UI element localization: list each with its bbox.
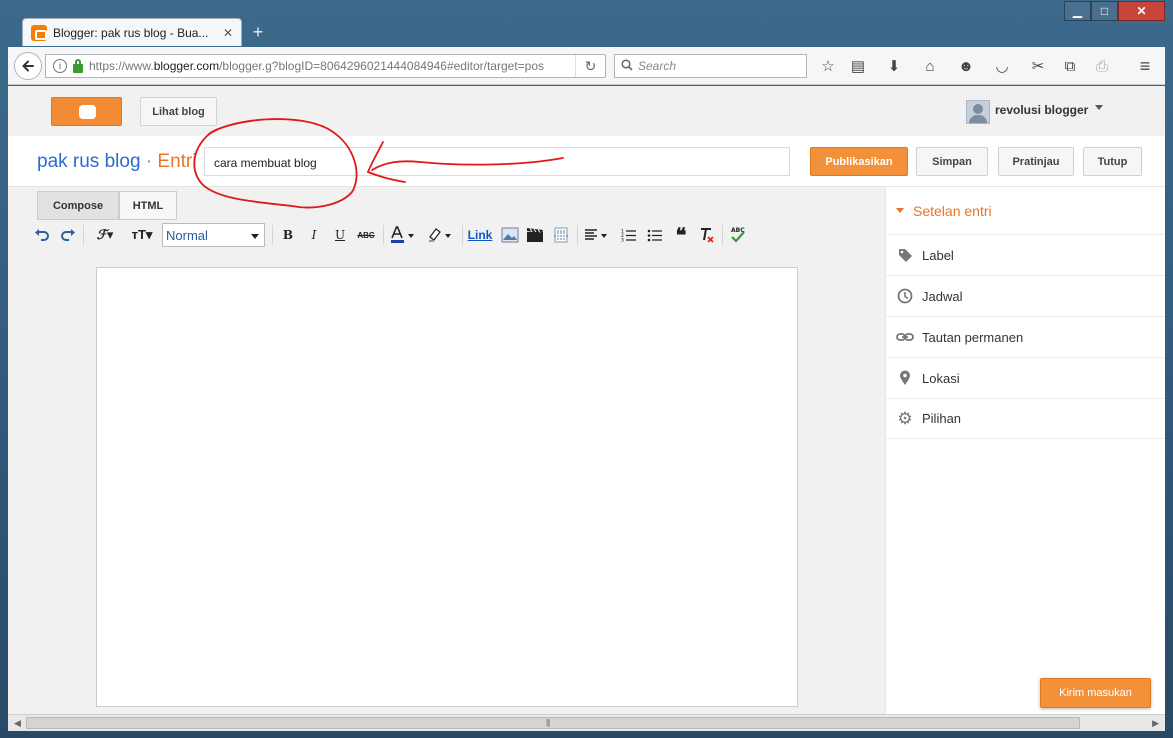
bold-button[interactable]: B: [278, 223, 298, 247]
undo-icon[interactable]: [32, 223, 52, 247]
editor-area: Compose HTML ℱ▾ ᴛT▾ Normal B I U ABC Lin…: [8, 187, 885, 714]
tab-bar: Blogger: pak rus blog - Bua... ✕ +: [8, 16, 1165, 46]
clipboard-icon[interactable]: ⎙: [1090, 55, 1114, 77]
gear-icon: ⚙: [897, 408, 913, 428]
sidebar-item-location[interactable]: Lokasi: [886, 357, 1165, 398]
address-bar[interactable]: i https://www.blogger.com/blogger.g?blog…: [45, 54, 606, 78]
breadcrumb-separator: ·: [140, 151, 158, 172]
location-pin-icon: [896, 369, 914, 387]
sidebar-item-label-text: Label: [922, 247, 954, 263]
tab-html[interactable]: HTML: [119, 191, 177, 220]
menu-icon[interactable]: ≡: [1133, 55, 1157, 77]
blogger-favicon-icon: [31, 24, 47, 41]
format-select-value: Normal: [166, 227, 208, 243]
avatar[interactable]: [966, 100, 990, 124]
search-icon: [621, 58, 633, 74]
search-input[interactable]: Search: [614, 54, 807, 78]
post-settings-title: Setelan entri: [913, 202, 992, 219]
caret-down-icon: [896, 208, 904, 213]
blockquote-icon[interactable]: ❝: [670, 223, 692, 247]
lock-icon: [73, 58, 83, 73]
view-blog-button[interactable]: Lihat blog: [140, 97, 217, 126]
sidebar-item-options-text: Pilihan: [922, 411, 962, 426]
underline-button[interactable]: U: [330, 223, 350, 247]
scrollbar-thumb[interactable]: [26, 717, 1080, 729]
emoji-icon[interactable]: ☻: [954, 55, 978, 77]
clock-icon: [896, 287, 914, 305]
scissors-icon[interactable]: ✂: [1026, 55, 1050, 77]
post-settings-sidebar: Setelan entri Label Jadwal Tautan perman…: [885, 187, 1165, 714]
publish-button[interactable]: Publikasikan: [810, 147, 908, 176]
link-icon: [896, 328, 914, 346]
highlight-color-icon[interactable]: [424, 223, 456, 247]
insert-video-icon[interactable]: [524, 223, 546, 247]
horizontal-scrollbar[interactable]: ◀ ||| ▶: [8, 714, 1165, 731]
save-button[interactable]: Simpan: [916, 147, 988, 176]
send-feedback-button[interactable]: Kirim masukan: [1040, 678, 1151, 708]
paragraph-format-select[interactable]: Normal: [162, 223, 265, 247]
post-title-bar: pak rus blog · Entri cara membuat blog P…: [8, 136, 1165, 187]
reading-list-icon[interactable]: ▤: [846, 55, 870, 77]
reload-icon[interactable]: ↻: [575, 55, 605, 77]
editor-toolbar: ℱ▾ ᴛT▾ Normal B I U ABC Link 1 2 3 ❝ ABC: [32, 223, 772, 249]
tab-title: Blogger: pak rus blog - Bua...: [53, 25, 209, 40]
clear-formatting-icon[interactable]: [696, 223, 718, 247]
redo-icon[interactable]: [58, 223, 78, 247]
pocket-icon[interactable]: ◡: [990, 55, 1014, 77]
browser-tab[interactable]: Blogger: pak rus blog - Bua... ✕: [22, 18, 242, 46]
navigation-bar: i https://www.blogger.com/blogger.g?blog…: [8, 47, 1165, 85]
back-button[interactable]: [14, 52, 42, 80]
blogger-top-bar: Lihat blog revolusi blogger: [8, 86, 1165, 136]
scroll-right-icon[interactable]: ▶: [1152, 718, 1159, 729]
text-color-icon[interactable]: [387, 223, 419, 247]
insert-link-button[interactable]: Link: [465, 223, 495, 247]
info-icon[interactable]: i: [53, 59, 67, 73]
tag-icon: [896, 246, 914, 264]
insert-image-icon[interactable]: [499, 223, 521, 247]
home-icon[interactable]: ⌂: [918, 55, 942, 77]
bullet-list-icon[interactable]: [644, 223, 666, 247]
breadcrumb: pak rus blog · Entri: [37, 151, 196, 173]
download-icon[interactable]: ⬇: [882, 55, 906, 77]
blogger-logo-button[interactable]: [51, 97, 122, 126]
scroll-left-icon[interactable]: ◀: [14, 718, 21, 729]
scroll-grip-icon: |||: [546, 718, 550, 727]
blog-name-link[interactable]: pak rus blog: [37, 151, 141, 172]
chevron-down-icon[interactable]: [1095, 105, 1103, 110]
post-title-input[interactable]: cara membuat blog: [204, 147, 790, 176]
post-body-editor[interactable]: [96, 267, 798, 707]
back-arrow-icon: [22, 60, 34, 72]
close-tab-icon[interactable]: ✕: [223, 26, 233, 40]
sidebar-item-schedule-text: Jadwal: [922, 288, 963, 304]
username[interactable]: revolusi blogger: [995, 103, 1088, 117]
url-text[interactable]: https://www.blogger.com/blogger.g?blogID…: [89, 59, 549, 73]
search-placeholder: Search: [638, 59, 677, 73]
sidebar-item-permalink[interactable]: Tautan permanen: [886, 316, 1165, 357]
numbered-list-icon[interactable]: 123: [618, 223, 640, 247]
font-size-icon[interactable]: ᴛT▾: [126, 223, 158, 247]
insert-jump-break-icon[interactable]: [550, 223, 572, 247]
preview-button[interactable]: Pratinjau: [998, 147, 1074, 176]
new-tab-button[interactable]: +: [246, 20, 270, 44]
page-content: Lihat blog revolusi blogger pak rus blog…: [8, 86, 1165, 714]
sidebar-item-schedule[interactable]: Jadwal: [886, 275, 1165, 316]
section-label: Entri: [157, 151, 197, 172]
spell-check-icon[interactable]: ABC: [726, 223, 750, 247]
italic-button[interactable]: I: [304, 223, 324, 247]
post-settings-header[interactable]: Setelan entri: [886, 187, 1165, 234]
sidebar-item-location-text: Lokasi: [922, 370, 960, 386]
editor-mode-tabs: Compose HTML: [37, 191, 177, 220]
sidebar-item-permalink-text: Tautan permanen: [922, 329, 1024, 345]
star-icon[interactable]: ☆: [816, 55, 840, 77]
strikethrough-button[interactable]: ABC: [354, 223, 378, 247]
sidebar-item-options[interactable]: ⚙ Pilihan: [886, 398, 1165, 439]
align-icon[interactable]: [582, 223, 612, 247]
sidebar-item-label[interactable]: Label: [886, 234, 1165, 275]
close-button[interactable]: Tutup: [1083, 147, 1142, 176]
tab-compose[interactable]: Compose: [37, 191, 119, 220]
translate-icon[interactable]: ⧉: [1058, 55, 1082, 77]
font-family-icon[interactable]: ℱ▾: [90, 223, 120, 247]
svg-text:3: 3: [621, 238, 624, 243]
